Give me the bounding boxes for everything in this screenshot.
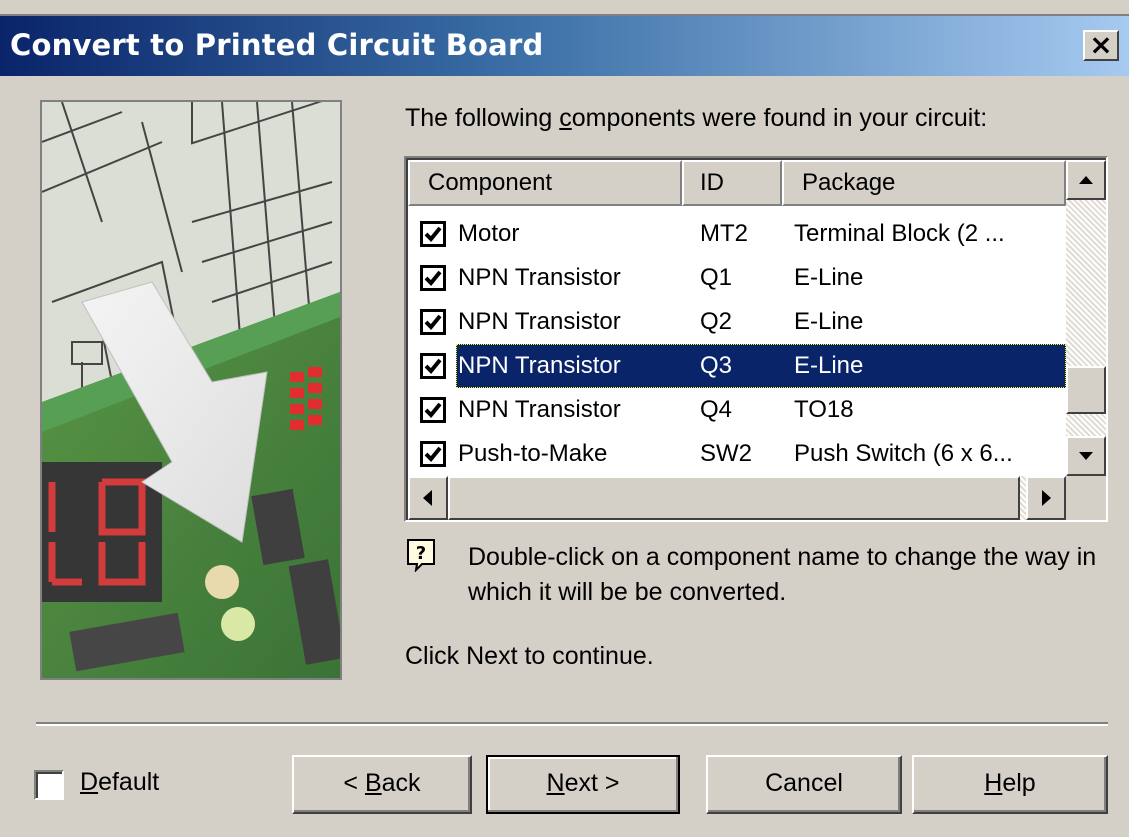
- check-icon: [424, 314, 442, 330]
- default-label[interactable]: Default: [80, 768, 159, 797]
- component-id: Q1: [700, 264, 733, 291]
- title-bar[interactable]: Convert to Printed Circuit Board ×: [0, 16, 1129, 76]
- check-icon: [424, 226, 442, 242]
- row-checkbox[interactable]: [420, 309, 446, 335]
- horizontal-scrollbar[interactable]: [408, 476, 1066, 520]
- table-row-selected[interactable]: NPN Transistor Q3 E-Line: [408, 344, 1066, 388]
- scroll-thumb[interactable]: [1066, 366, 1106, 414]
- next-button[interactable]: Next >: [486, 755, 680, 814]
- component-package: E-Line: [794, 308, 864, 335]
- column-header-package[interactable]: Package: [782, 160, 1066, 206]
- check-icon: [424, 358, 442, 374]
- arrow-down-icon: [1079, 452, 1093, 460]
- component-package: Push Switch (6 x 6...: [794, 440, 1013, 467]
- component-name[interactable]: NPN Transistor: [458, 388, 621, 432]
- component-package: TO18: [794, 396, 854, 423]
- column-header-id[interactable]: ID: [682, 160, 782, 206]
- row-checkbox[interactable]: [420, 221, 446, 247]
- list-header: Component ID Package: [408, 160, 1066, 206]
- close-button[interactable]: ×: [1083, 30, 1119, 61]
- component-id: SW2: [700, 440, 753, 467]
- row-checkbox[interactable]: [420, 397, 446, 423]
- arrow-left-icon: [423, 490, 432, 506]
- default-checkbox[interactable]: [34, 770, 64, 800]
- component-id: MT2: [700, 220, 748, 247]
- scroll-right-button[interactable]: [1026, 476, 1066, 520]
- scrollbar-corner: [1066, 476, 1106, 520]
- svg-text:?: ?: [416, 543, 426, 564]
- wizard-banner-image: [40, 100, 342, 680]
- window-title: Convert to Printed Circuit Board: [10, 28, 544, 62]
- back-button[interactable]: < Back: [292, 755, 472, 814]
- row-checkbox[interactable]: [420, 441, 446, 467]
- table-row[interactable]: Push-to-Make SW2 Push Switch (6 x 6...: [408, 432, 1066, 476]
- component-id: Q3: [700, 352, 733, 379]
- horizontal-scroll-thumb[interactable]: [448, 476, 1020, 520]
- table-row[interactable]: NPN Transistor Q4 TO18: [408, 388, 1066, 432]
- arrow-up-icon: [1079, 176, 1093, 184]
- close-icon: ×: [1089, 28, 1113, 61]
- help-bubble-icon: ?: [406, 538, 436, 573]
- table-row[interactable]: Motor MT2 Terminal Block (2 ...: [408, 212, 1066, 256]
- scroll-up-button[interactable]: [1066, 160, 1106, 200]
- component-id: Q2: [700, 308, 733, 335]
- top-edge: [0, 0, 1129, 16]
- component-name[interactable]: NPN Transistor: [458, 256, 621, 300]
- component-package: Terminal Block (2 ...: [794, 220, 1005, 247]
- hint-text: Double-click on a component name to chan…: [468, 543, 1097, 606]
- table-row[interactable]: NPN Transistor Q1 E-Line: [408, 256, 1066, 300]
- component-name[interactable]: Push-to-Make: [458, 432, 607, 476]
- check-icon: [424, 402, 442, 418]
- component-package: E-Line: [794, 352, 864, 379]
- component-package: E-Line: [794, 264, 864, 291]
- arrow-right-icon: [1042, 490, 1051, 506]
- footer-divider: [36, 722, 1108, 726]
- scroll-left-button[interactable]: [408, 476, 448, 520]
- component-name[interactable]: NPN Transistor: [458, 344, 621, 388]
- cancel-button[interactable]: Cancel: [706, 755, 902, 814]
- row-checkbox[interactable]: [420, 265, 446, 291]
- continue-hint: Click Next to continue.: [405, 642, 654, 670]
- scroll-down-button[interactable]: [1066, 436, 1106, 476]
- check-icon: [424, 270, 442, 286]
- component-name[interactable]: Motor: [458, 212, 519, 256]
- vertical-scrollbar[interactable]: [1066, 160, 1106, 476]
- column-header-component[interactable]: Component: [408, 160, 682, 206]
- component-name[interactable]: NPN Transistor: [458, 300, 621, 344]
- row-checkbox[interactable]: [420, 353, 446, 379]
- components-list[interactable]: Component ID Package Motor MT2 Terminal …: [404, 156, 1108, 522]
- help-button[interactable]: Help: [912, 755, 1108, 814]
- components-prompt: The following components were found in y…: [405, 104, 988, 132]
- table-row[interactable]: NPN Transistor Q2 E-Line: [408, 300, 1066, 344]
- check-icon: [424, 446, 442, 462]
- component-id: Q4: [700, 396, 733, 423]
